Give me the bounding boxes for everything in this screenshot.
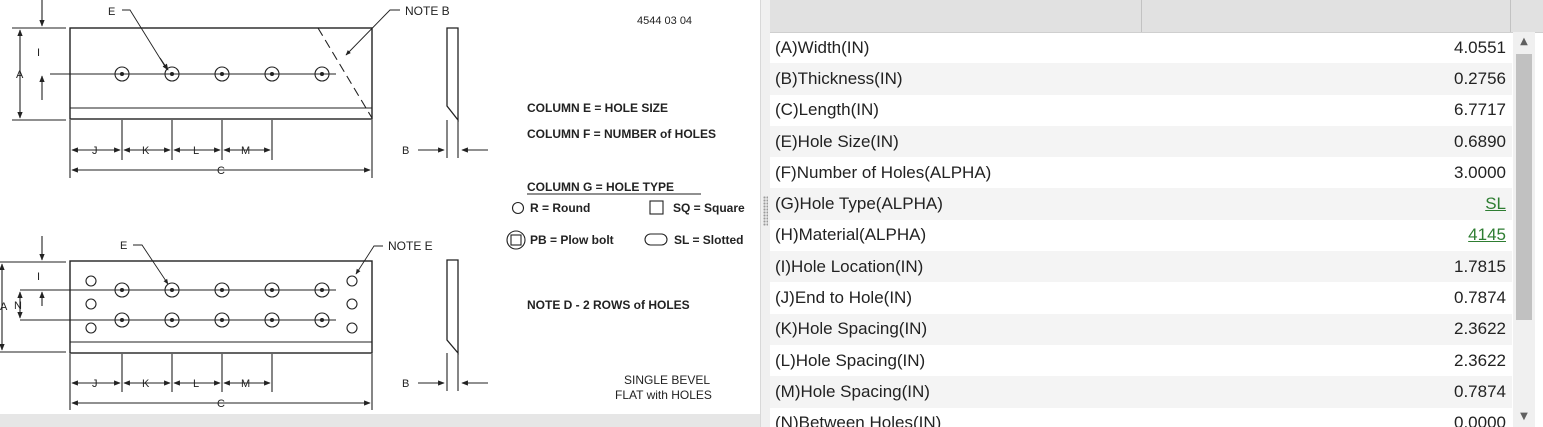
property-name: (B)Thickness(IN) [775, 68, 903, 88]
legend-square: SQ = Square [673, 201, 745, 215]
top-dim-l: L [193, 145, 199, 157]
top-label-c: C [217, 165, 225, 177]
property-name: (C)Length(IN) [775, 100, 879, 120]
top-dim-j: J [92, 145, 98, 157]
top-label-i: I [37, 47, 40, 59]
table-row[interactable]: (E)Hole Size(IN) 0.6890 [770, 125, 1512, 158]
technical-drawing-pane: E NOTE B A I B C J K L M E NOTE E A I N … [0, 0, 760, 414]
property-name: (M)Hole Spacing(IN) [775, 381, 930, 401]
bottom-label-n: N [14, 300, 22, 312]
property-value: 2.3622 [1454, 350, 1506, 370]
property-value: 0.6890 [1454, 131, 1506, 151]
property-value: 2.3622 [1454, 319, 1506, 339]
table-row[interactable]: (F)Number of Holes(ALPHA) 3.0000 [770, 157, 1512, 188]
chevron-up-icon[interactable]: ▲ [1513, 32, 1535, 52]
property-name: (N)Between Holes(IN) [775, 413, 942, 427]
table-row[interactable]: (L)Hole Spacing(IN) 2.3622 [770, 345, 1512, 376]
caption-line-2: FLAT with HOLES [615, 388, 712, 402]
scrollbar-thumb[interactable] [1516, 54, 1532, 320]
bottom-dim-m: M [241, 378, 250, 390]
legend-column-e: COLUMN E = HOLE SIZE [527, 101, 668, 115]
bottom-label-i: I [37, 271, 40, 283]
legend-slotted: SL = Slotted [674, 233, 743, 247]
property-name: (F)Number of Holes(ALPHA) [775, 162, 992, 182]
bottom-holes [85, 275, 358, 334]
top-label-a: A [16, 69, 24, 81]
bottom-label-a: A [0, 301, 8, 313]
hole-type-link[interactable]: SL [1485, 194, 1506, 214]
plow-bolt-icon [506, 230, 526, 250]
legend-note-d: NOTE D - 2 ROWS of HOLES [527, 298, 690, 312]
property-value: 0.0000 [1454, 413, 1506, 427]
table-row[interactable]: (I)Hole Location(IN) 1.7815 [770, 251, 1512, 283]
table-row[interactable]: (K)Hole Spacing(IN) 2.3622 [770, 313, 1512, 345]
table-row[interactable]: (C)Length(IN) 6.7717 [770, 95, 1512, 126]
chevron-down-icon[interactable]: ▼ [1513, 407, 1535, 427]
bottom-dim-l: L [193, 378, 199, 390]
property-value: 0.7874 [1454, 381, 1506, 401]
bottom-label-note-e: NOTE E [388, 239, 433, 253]
properties-grid: (A)Width(IN) 4.0551 (B)Thickness(IN) 0.2… [770, 0, 1543, 427]
bottom-label-e: E [120, 240, 127, 252]
property-name: (E)Hole Size(IN) [775, 131, 899, 151]
bottom-label-b: B [402, 378, 409, 390]
pane-bottom-gap [0, 414, 763, 427]
property-name: (G)Hole Type(ALPHA) [775, 194, 943, 214]
doc-number: 4544 03 04 [637, 15, 692, 27]
material-link[interactable]: 4145 [1468, 225, 1506, 245]
grid-header-name-column[interactable] [770, 0, 1142, 32]
property-value: 6.7717 [1454, 100, 1506, 120]
legend-round: R = Round [530, 201, 590, 215]
square-hole-icon [649, 200, 664, 215]
legend-column-g: COLUMN G = HOLE TYPE [527, 180, 674, 194]
property-name: (H)Material(ALPHA) [775, 225, 927, 245]
property-value: 0.2756 [1454, 68, 1506, 88]
legend-plow-bolt: PB = Plow bolt [530, 233, 614, 247]
table-row[interactable]: (M)Hole Spacing(IN) 0.7874 [770, 376, 1512, 408]
round-hole-icon [511, 201, 525, 215]
top-dim-k: K [142, 145, 150, 157]
property-name: (L)Hole Spacing(IN) [775, 350, 926, 370]
grid-rows: (A)Width(IN) 4.0551 (B)Thickness(IN) 0.2… [770, 32, 1512, 427]
grid-header [770, 0, 1543, 33]
property-value: 3.0000 [1454, 162, 1506, 182]
top-label-b: B [402, 145, 409, 157]
table-row[interactable]: (B)Thickness(IN) 0.2756 [770, 63, 1512, 95]
splitter-grip-icon[interactable] [763, 196, 768, 226]
table-row[interactable]: (N)Between Holes(IN) 0.0000 [770, 408, 1512, 427]
table-row[interactable]: (J)End to Hole(IN) 0.7874 [770, 282, 1512, 313]
property-name: (K)Hole Spacing(IN) [775, 319, 928, 339]
table-row[interactable]: (A)Width(IN) 4.0551 [770, 32, 1512, 63]
property-value: 1.7815 [1454, 256, 1506, 276]
property-name: (A)Width(IN) [775, 37, 870, 57]
bottom-dim-j: J [92, 378, 98, 390]
property-name: (J)End to Hole(IN) [775, 288, 912, 308]
grid-header-value-column[interactable] [1142, 0, 1511, 32]
property-value: 0.7874 [1454, 288, 1506, 308]
slotted-hole-icon [644, 233, 668, 246]
table-row[interactable]: (H)Material(ALPHA) 4145 [770, 220, 1512, 251]
property-value: 4.0551 [1454, 37, 1506, 57]
top-label-e: E [108, 6, 115, 18]
top-label-note-b: NOTE B [405, 4, 450, 18]
bottom-label-c: C [217, 398, 225, 410]
bottom-dim-k: K [142, 378, 150, 390]
vertical-scrollbar[interactable]: ▲ ▼ [1513, 32, 1535, 427]
table-row[interactable]: (G)Hole Type(ALPHA) SL [770, 188, 1512, 220]
property-name: (I)Hole Location(IN) [775, 256, 924, 276]
blade-drawing: E NOTE B A I B C J K L M E NOTE E A I N … [0, 0, 745, 410]
caption-line-1: SINGLE BEVEL [624, 373, 710, 387]
legend-column-f: COLUMN F = NUMBER of HOLES [527, 127, 716, 141]
top-dim-m: M [241, 145, 250, 157]
